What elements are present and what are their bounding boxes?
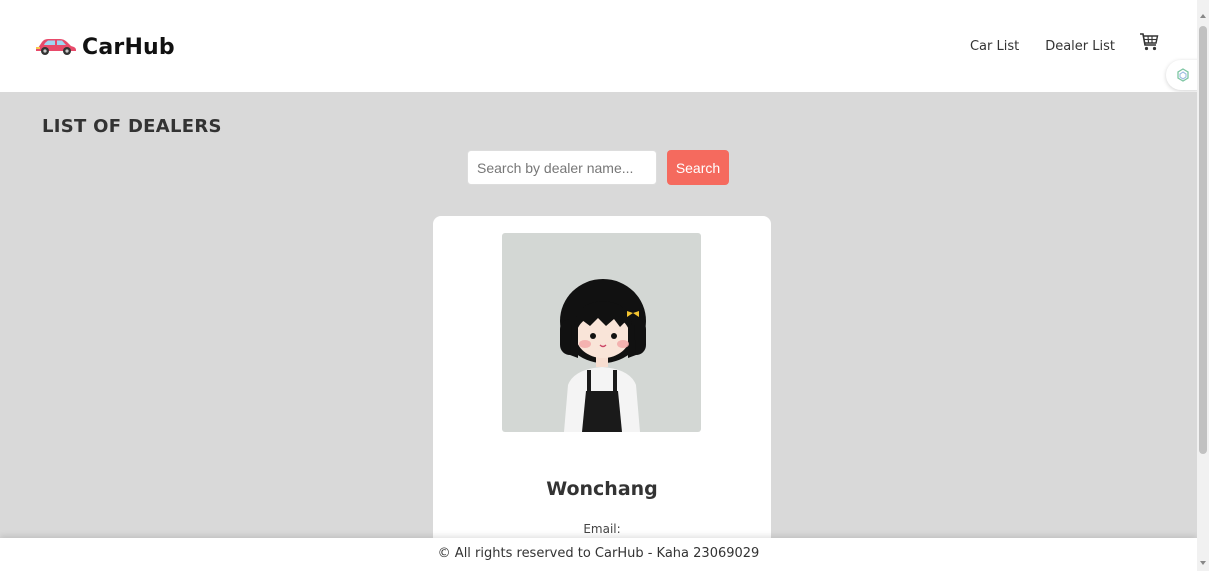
dealers-section: LIST OF DEALERS Search by dealer name...…	[0, 92, 1197, 538]
extension-icon[interactable]	[1166, 60, 1200, 90]
scroll-down-arrow-icon[interactable]	[1200, 561, 1206, 565]
search-input[interactable]	[467, 150, 657, 185]
dealer-email-label: Email:	[583, 522, 621, 536]
brand-name: CarHub	[82, 34, 175, 60]
footer-text: © All rights reserved to CarHub - Kaha 2…	[437, 546, 760, 561]
top-nav: Car List Dealer List	[944, 33, 1159, 56]
car-logo-icon	[34, 34, 78, 60]
site-header: CarHub Car List Dealer List	[0, 0, 1197, 92]
site-footer: © All rights reserved to CarHub - Kaha 2…	[0, 538, 1197, 571]
brand[interactable]: CarHub	[34, 34, 175, 60]
page-title: LIST OF DEALERS	[42, 116, 222, 137]
cart-icon[interactable]	[1139, 32, 1159, 56]
scroll-thumb[interactable]	[1199, 26, 1207, 454]
search-button[interactable]: Search	[667, 150, 729, 185]
nav-car-list[interactable]: Car List	[970, 39, 1019, 54]
page-scrollbar[interactable]	[1197, 0, 1209, 571]
nav-dealer-list[interactable]: Dealer List	[1045, 39, 1115, 54]
scroll-up-arrow-icon[interactable]	[1200, 14, 1206, 18]
dealer-card[interactable]: Wonchang Email:	[433, 216, 771, 538]
dealer-avatar	[502, 233, 701, 432]
dealer-name: Wonchang	[546, 478, 658, 500]
